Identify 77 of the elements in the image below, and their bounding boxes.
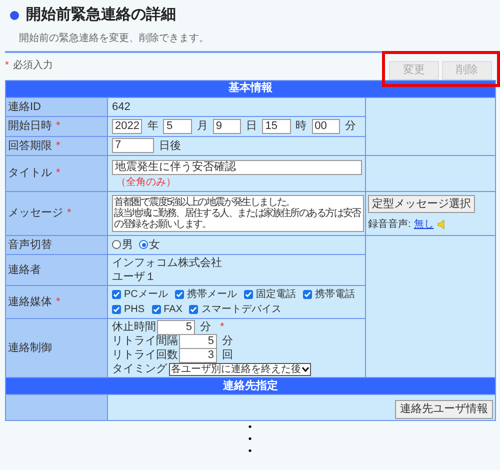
checkbox-label: 携帯メール	[186, 288, 237, 302]
field-label: タイトル	[8, 166, 52, 181]
note-text: （全角のみ）	[115, 176, 177, 190]
checkbox[interactable]	[112, 305, 121, 314]
ellipsis-dot: •	[248, 446, 252, 458]
required-note: 必須入力	[12, 58, 53, 72]
checkbox[interactable]	[244, 290, 253, 299]
field-label: 回答期限	[8, 138, 52, 154]
checkbox[interactable]	[302, 290, 312, 299]
unit-label: 時	[296, 119, 307, 134]
radio-button[interactable]	[139, 240, 148, 250]
unit-label: 分	[344, 119, 356, 134]
required-mark: *	[56, 166, 60, 181]
input-field[interactable]: 9	[212, 118, 242, 134]
field-label: 開始日時	[8, 119, 52, 134]
field-label: リトライ間隔	[112, 334, 178, 349]
input-field[interactable]: 3	[179, 348, 217, 362]
required-mark: *	[220, 320, 224, 335]
field-label: リトライ回数	[112, 348, 178, 363]
contact-text: インフォコム株式会社	[112, 256, 223, 270]
section-header: 基本情報	[6, 80, 496, 97]
chevron-down-icon	[302, 366, 309, 372]
field-label: 連絡媒体	[8, 294, 52, 310]
checkbox-label: FAX	[164, 303, 182, 317]
required-mark: *	[56, 119, 60, 134]
unit-label: 月	[196, 119, 208, 134]
input-field[interactable]: 15	[262, 118, 291, 134]
checkbox-label: 固定電話	[256, 288, 296, 302]
required-mark: *	[67, 206, 72, 221]
bullet-icon	[10, 10, 19, 20]
field-label: メッセージ	[8, 206, 63, 221]
field-label: 連絡者	[8, 262, 41, 278]
ellipsis-dot: •	[248, 422, 252, 434]
section-header: 連絡先指定	[6, 378, 496, 394]
recording-link[interactable]: 無し	[414, 216, 434, 232]
input-field[interactable]: 5	[179, 334, 217, 348]
input-field[interactable]: 地震発生に伴う安否確認	[112, 160, 362, 175]
recording-label: 録音音声:	[368, 218, 411, 232]
checkbox[interactable]	[112, 290, 121, 299]
field-label: 音声切替	[8, 238, 52, 252]
checkbox[interactable]	[189, 305, 198, 314]
checkbox-label: PHS	[124, 303, 145, 317]
contact-text: ユーザ１	[112, 270, 157, 284]
input-field[interactable]: 00	[312, 118, 340, 134]
checkbox-label: スマートデバイス	[201, 303, 282, 317]
unit-label: 分	[200, 320, 211, 335]
required-mark: *	[56, 138, 60, 154]
field-label: タイミング	[112, 362, 167, 377]
template-button[interactable]: 定型メッセージ選択	[368, 194, 475, 212]
message-textarea[interactable]: 首都圏で震度5強以上の地震が発生しました。 該当地域に勤務、居住する人、または家族住所のある方は安否 の登録をお願いします。	[112, 194, 364, 232]
checkbox[interactable]	[174, 290, 184, 299]
unit-label: 分	[222, 334, 233, 349]
page-description: 開始前の緊急連絡を変更、削除できます。	[18, 32, 210, 46]
input-field[interactable]: 7	[112, 138, 154, 154]
field-value: 642	[112, 100, 130, 112]
input-field[interactable]: 5	[163, 118, 192, 134]
unit-label: 日後	[159, 138, 181, 154]
checkbox-label: PCメール	[124, 288, 168, 302]
radio-label: 男	[122, 238, 133, 252]
contact-info-button[interactable]: 連絡先ユーザ情報	[395, 400, 493, 419]
checkbox[interactable]	[152, 305, 161, 314]
required-mark: *	[5, 58, 9, 72]
field-label: 連絡制御	[8, 340, 52, 356]
ellipsis-dot: •	[248, 434, 252, 446]
unit-label: 年	[147, 119, 158, 134]
input-field[interactable]: 2022	[112, 118, 142, 134]
input-field[interactable]: 5	[157, 320, 195, 334]
field-label: 休止時間	[112, 320, 156, 335]
unit-label: 回	[222, 348, 233, 363]
unit-label: 日	[246, 119, 258, 134]
radio-label: 女	[149, 238, 160, 252]
field-label: 連絡ID	[8, 100, 41, 114]
radio-button[interactable]	[112, 240, 121, 250]
required-mark: *	[56, 294, 60, 310]
checkbox-label: 携帯電話	[314, 288, 355, 302]
page-title: 開始前緊急連絡の詳細	[26, 5, 176, 25]
timing-select[interactable]: 各ユーザ別に連絡を終えた後	[169, 362, 311, 376]
